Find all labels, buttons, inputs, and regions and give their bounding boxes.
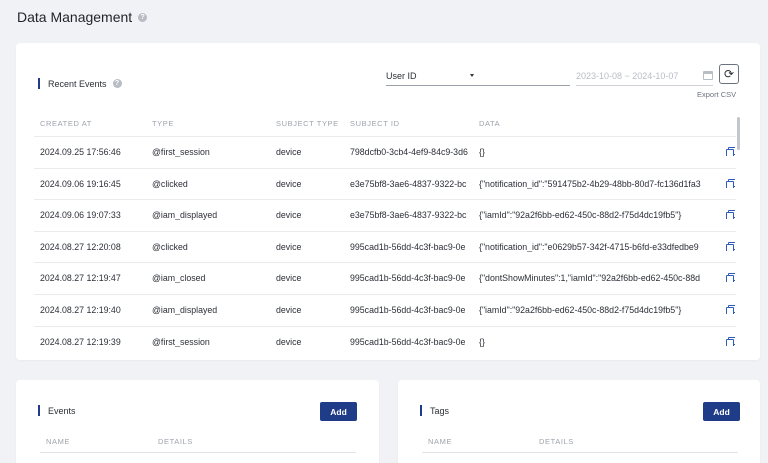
column-header: DETAILS bbox=[539, 437, 574, 446]
date-range-value: 2023-10-08 ~ 2024-10-07 bbox=[576, 70, 679, 81]
column-header: DATA bbox=[479, 119, 501, 128]
subject-id-input[interactable] bbox=[470, 66, 570, 86]
subject-id-cell: e3e75bf8-3ae6-4837-9322-bc bbox=[350, 210, 467, 221]
data-cell: {"dontShowMinutes":1,"iamId":"92a2f6bb-e… bbox=[479, 273, 701, 284]
page-title-text: Data Management bbox=[17, 9, 133, 25]
tags-heading: Tags bbox=[420, 405, 449, 416]
copy-icon[interactable] bbox=[726, 178, 735, 188]
add-event-button[interactable]: Add bbox=[320, 402, 357, 421]
subject-filter-select[interactable]: User ID bbox=[386, 66, 476, 86]
subject-id-cell: e3e75bf8-3ae6-4837-9322-bc bbox=[350, 178, 467, 189]
page-title: Data Management ? bbox=[17, 9, 148, 25]
add-tag-button[interactable]: Add bbox=[703, 402, 740, 421]
subject-type-cell: device bbox=[276, 304, 302, 315]
recent-events-card: Recent Events ? User ID 2023-10-08 ~ 202… bbox=[16, 43, 760, 360]
type-cell: @clicked bbox=[152, 178, 188, 189]
subject-type-cell: device bbox=[276, 210, 302, 221]
created-at-cell: 2024.08.27 12:19:40 bbox=[40, 304, 121, 315]
table-row[interactable]: 2024.08.27 12:19:39 @first_session device 9… bbox=[34, 325, 736, 358]
subject-id-cell: 995cad1b-56dd-4c3f-bac9-0e bbox=[350, 304, 466, 315]
copy-icon[interactable] bbox=[726, 304, 735, 314]
divider bbox=[422, 452, 738, 453]
data-cell: {"iamId":"92a2f6bb-ed62-450c-88d2-f75d4d… bbox=[479, 210, 682, 221]
type-cell: @iam_displayed bbox=[152, 210, 218, 221]
created-at-cell: 2024.08.27 12:19:47 bbox=[40, 273, 121, 284]
events-card: Events Add NAME DETAILS bbox=[16, 380, 379, 463]
subject-id-cell: 995cad1b-56dd-4c3f-bac9-0e bbox=[350, 336, 466, 347]
created-at-cell: 2024.08.27 12:19:39 bbox=[40, 336, 121, 347]
copy-icon[interactable] bbox=[726, 241, 735, 251]
subject-type-cell: device bbox=[276, 241, 302, 252]
type-cell: @first_session bbox=[152, 147, 210, 157]
date-range-picker[interactable]: 2023-10-08 ~ 2024-10-07 bbox=[576, 66, 713, 86]
column-header: CREATED AT bbox=[40, 119, 92, 128]
column-header: SUBJECT ID bbox=[350, 119, 400, 128]
created-at-cell: 2024.09.06 19:16:45 bbox=[40, 178, 121, 189]
type-cell: @first_session bbox=[152, 336, 210, 347]
copy-icon[interactable] bbox=[726, 273, 735, 283]
table-row[interactable]: 2024.08.27 12:19:47 @iam_closed device 995c… bbox=[34, 262, 736, 294]
created-at-cell: 2024.09.06 19:07:33 bbox=[40, 210, 121, 221]
column-header: SUBJECT TYPE bbox=[276, 119, 339, 128]
refresh-icon: ⟳ bbox=[723, 67, 735, 81]
copy-icon[interactable] bbox=[726, 210, 735, 220]
data-cell: {} bbox=[479, 336, 485, 347]
export-csv-link[interactable]: Export CSV bbox=[697, 90, 736, 99]
created-at-cell: 2024.08.27 12:20:08 bbox=[40, 241, 121, 252]
events-title: Events bbox=[48, 405, 76, 416]
data-cell: {"notification_id":"e0629b57-342f-4715-b… bbox=[479, 241, 699, 252]
subject-type-cell: device bbox=[276, 147, 302, 157]
table-header: CREATED AT TYPE SUBJECT TYPE SUBJECT ID … bbox=[40, 119, 736, 137]
data-cell: {} bbox=[479, 147, 485, 157]
events-heading: Events bbox=[38, 405, 76, 416]
calendar-icon bbox=[703, 71, 713, 80]
tags-title: Tags bbox=[430, 405, 450, 416]
tags-card: Tags Add NAME DETAILS bbox=[398, 380, 760, 463]
table-scrollbar[interactable] bbox=[737, 117, 740, 150]
subject-id-cell: 798dcfb0-3cb4-4ef9-84c9-3d6 bbox=[350, 147, 468, 157]
column-header: NAME bbox=[428, 437, 453, 446]
subject-type-cell: device bbox=[276, 336, 302, 347]
subject-filter-value: User ID bbox=[386, 70, 417, 81]
type-cell: @clicked bbox=[152, 241, 188, 252]
subject-type-cell: device bbox=[276, 178, 302, 189]
divider bbox=[40, 452, 356, 453]
copy-icon[interactable] bbox=[726, 147, 735, 156]
column-header: TYPE bbox=[152, 119, 174, 128]
type-cell: @iam_displayed bbox=[152, 304, 218, 315]
column-header: DETAILS bbox=[158, 437, 193, 446]
data-cell: {"notification_id":"591475b2-4b29-48bb-8… bbox=[479, 178, 701, 189]
subject-id-cell: 995cad1b-56dd-4c3f-bac9-0e bbox=[350, 241, 466, 252]
table-row[interactable]: 2024.09.25 17:56:46 @first_session device 7… bbox=[34, 136, 736, 168]
table-row[interactable]: 2024.08.27 12:19:40 @iam_displayed device 9… bbox=[34, 293, 736, 326]
type-cell: @iam_closed bbox=[152, 273, 206, 284]
column-header: NAME bbox=[46, 437, 71, 446]
recent-events-title: Recent Events bbox=[48, 78, 107, 89]
created-at-cell: 2024.09.25 17:56:46 bbox=[40, 147, 121, 157]
copy-icon[interactable] bbox=[726, 336, 735, 346]
table-row[interactable]: 2024.09.06 19:16:45 @clicked device e3e75bf… bbox=[34, 167, 736, 200]
help-icon[interactable]: ? bbox=[112, 79, 122, 88]
table-row[interactable]: 2024.08.27 12:20:08 @clicked device 995cad1… bbox=[34, 230, 736, 263]
help-icon[interactable]: ? bbox=[138, 12, 148, 22]
table-row[interactable]: 2024.09.06 19:07:33 @iam_displayed device e… bbox=[34, 199, 736, 231]
subject-type-cell: device bbox=[276, 273, 302, 284]
recent-events-heading: Recent Events ? bbox=[38, 78, 122, 89]
refresh-button[interactable]: ⟳ bbox=[719, 64, 739, 84]
data-cell: {"iamId":"92a2f6bb-ed62-450c-88d2-f75d4d… bbox=[479, 304, 682, 315]
subject-id-cell: 995cad1b-56dd-4c3f-bac9-0e bbox=[350, 273, 466, 284]
events-table-body: 2024.09.25 17:56:46 @first_session device 7… bbox=[34, 136, 736, 357]
